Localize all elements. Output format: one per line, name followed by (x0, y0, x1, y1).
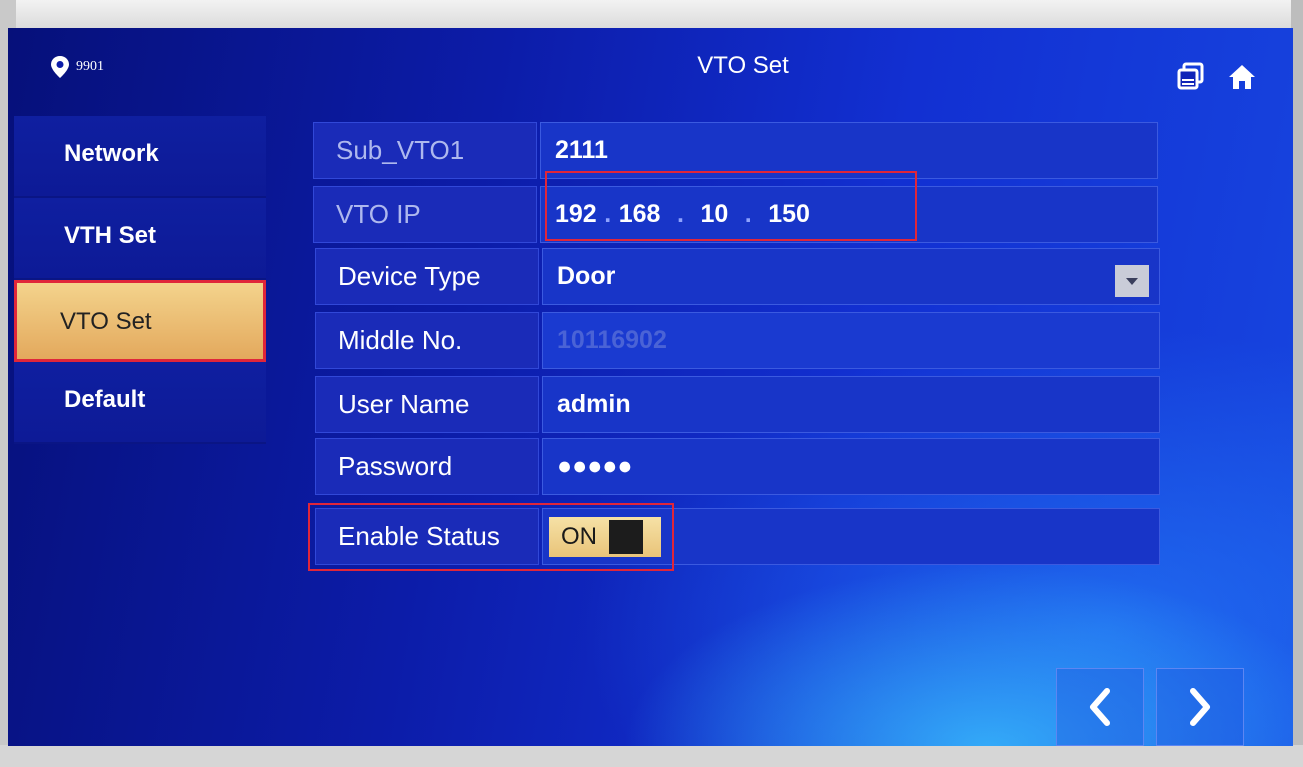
user-name-row: User Name admin (315, 376, 1160, 433)
chevron-right-icon (1190, 688, 1210, 726)
middle-no-row: Middle No. 10116902 (315, 312, 1160, 369)
device-bezel-top (0, 0, 1303, 28)
sidebar-item-default[interactable]: Default (14, 362, 266, 444)
window-switch-button[interactable] (1176, 62, 1206, 97)
sidebar-item-vto-set[interactable]: VTO Set (14, 280, 266, 362)
sidebar-item-label: Network (64, 140, 159, 167)
password-label: Password (315, 438, 539, 495)
sub-vto-label: Sub_VTO1 (313, 122, 537, 179)
middle-no-label: Middle No. (315, 312, 539, 369)
next-page-button[interactable] (1156, 668, 1244, 746)
chevron-left-icon (1090, 688, 1110, 726)
caret-down-icon (1126, 278, 1138, 285)
device-bezel-bottom (0, 745, 1303, 767)
enable-status-highlight-box (308, 503, 674, 571)
middle-no-field: 10116902 (542, 312, 1160, 369)
device-type-label: Device Type (315, 248, 539, 305)
header-bar: 9901 VTO Set (8, 28, 1293, 110)
sidebar-item-vth-set[interactable]: VTH Set (14, 198, 266, 280)
device-type-dropdown-button[interactable] (1115, 265, 1149, 297)
password-row: Password ●●●●● (315, 438, 1160, 495)
user-name-field[interactable]: admin (542, 376, 1160, 433)
prev-page-button[interactable] (1056, 668, 1144, 746)
sidebar-item-label: VTO Set (60, 308, 152, 335)
device-type-select[interactable]: Door (542, 248, 1160, 305)
touch-screen: 9901 VTO Set Network VTH Set VTO Set Def… (8, 28, 1293, 746)
device-type-row: Device Type Door (315, 248, 1160, 305)
page-title: VTO Set (697, 52, 789, 79)
sidebar-item-network[interactable]: Network (14, 116, 266, 198)
password-field[interactable]: ●●●●● (542, 438, 1160, 495)
home-button[interactable] (1227, 62, 1257, 97)
user-name-label: User Name (315, 376, 539, 433)
window-switch-icon (1177, 62, 1204, 90)
sidebar-item-label: Default (64, 386, 146, 413)
ip-highlight-box (545, 171, 917, 241)
device-type-value: Door (557, 262, 616, 290)
vto-ip-label: VTO IP (313, 186, 537, 243)
sidebar: Network VTH Set VTO Set Default (14, 116, 266, 444)
home-icon (1229, 65, 1255, 89)
sidebar-item-label: VTH Set (64, 222, 157, 249)
